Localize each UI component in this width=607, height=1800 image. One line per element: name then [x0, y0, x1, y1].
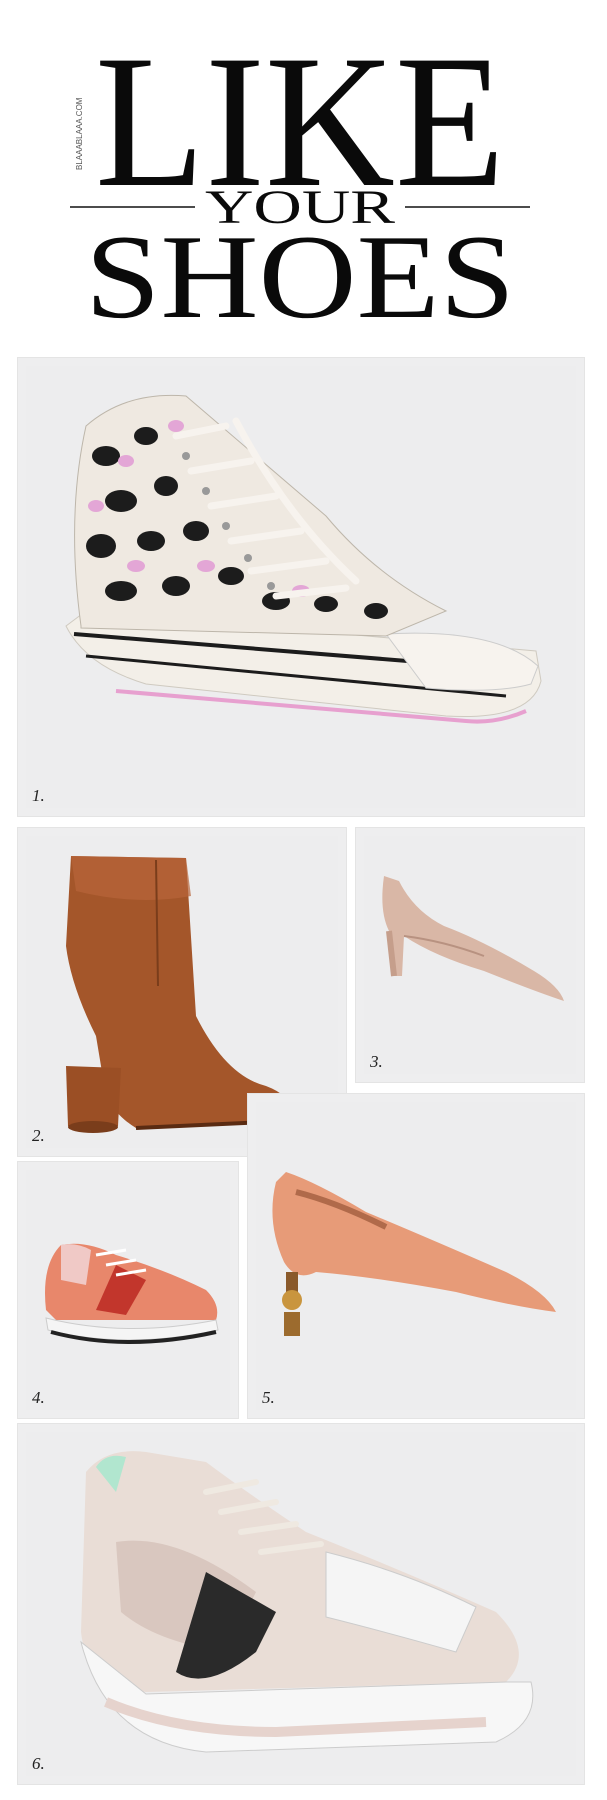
- chunky-pastel-sneaker-icon: [80, 1451, 534, 1753]
- title-shoes: SHOES: [85, 215, 515, 325]
- product-card-5[interactable]: 5.: [248, 1094, 584, 1418]
- site-watermark: BLAAABLAAA.COM: [75, 97, 84, 170]
- title-shoes-text: SHOES: [85, 215, 515, 325]
- nude-pointed-pump-icon: [382, 876, 564, 1001]
- product-card-6[interactable]: 6.: [18, 1424, 584, 1784]
- item-number: 3.: [370, 1052, 383, 1071]
- peach-kitten-heel-pump-icon: [272, 1172, 556, 1336]
- title-like-text: LIKE: [95, 30, 505, 200]
- leopard-high-top-sneaker-icon: [65, 394, 542, 724]
- item-number: 5.: [262, 1388, 275, 1407]
- product-image-3: [364, 836, 576, 1074]
- product-image-4: [26, 1170, 230, 1410]
- item-number: 1.: [32, 786, 45, 805]
- item-number: 4.: [32, 1388, 45, 1407]
- item-number: 2.: [32, 1126, 45, 1145]
- product-card-1[interactable]: 1.: [18, 358, 584, 816]
- product-image-1: [26, 366, 576, 808]
- item-number: 6.: [32, 1754, 45, 1773]
- product-card-4[interactable]: 4.: [18, 1162, 238, 1418]
- title-like: LIKE: [95, 30, 505, 200]
- site-watermark-text: BLAAABLAAA.COM: [75, 97, 84, 170]
- product-image-6: [26, 1432, 576, 1776]
- product-image-5: [256, 1102, 576, 1410]
- orange-running-sneaker-icon: [45, 1243, 219, 1344]
- product-card-3[interactable]: 3.: [356, 828, 584, 1082]
